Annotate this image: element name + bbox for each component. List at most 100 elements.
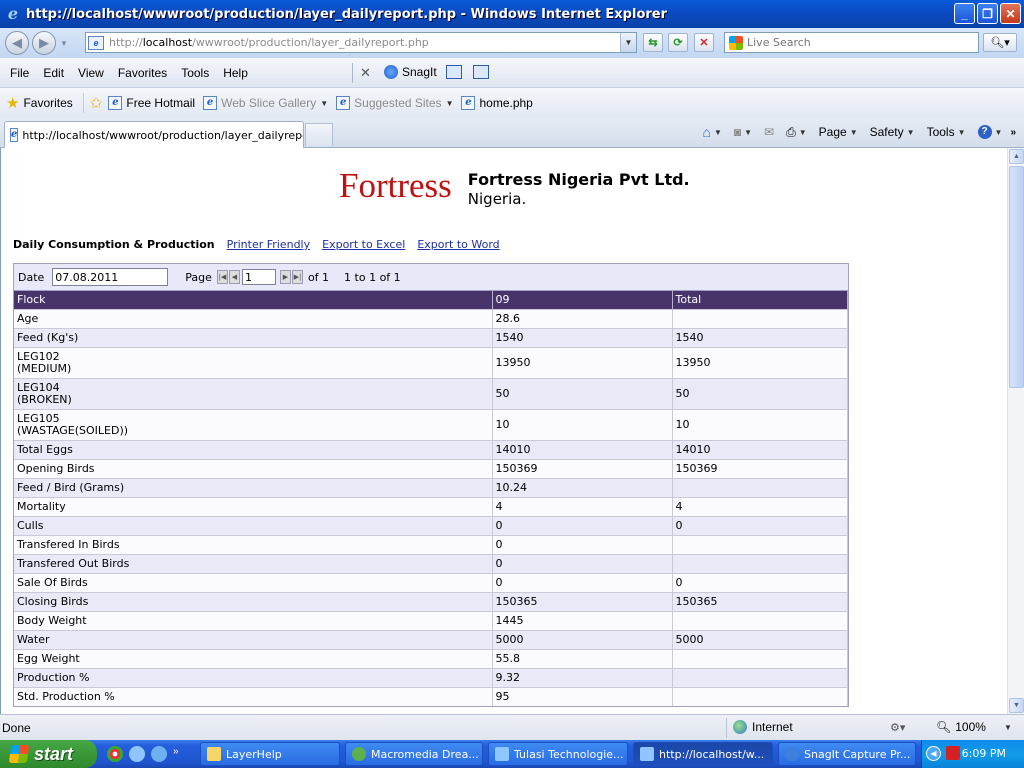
- tab-current-page[interactable]: e http://localhost/wwwroot/production/la…: [4, 121, 304, 148]
- row-label-cell: Body Weight: [14, 610, 493, 630]
- feeds-button[interactable]: ◙ ▼: [730, 125, 756, 139]
- address-dropdown-icon[interactable]: ▼: [620, 33, 636, 52]
- compatibility-view-button[interactable]: ⇆: [643, 33, 663, 52]
- row-label-cell: Feed / Bird (Grams): [14, 477, 493, 497]
- stop-button[interactable]: ✕: [694, 33, 714, 52]
- row-label-cell: LEG105 (WASTAGE(SOILED)): [14, 408, 493, 440]
- date-input[interactable]: [52, 268, 169, 286]
- favorites-button[interactable]: ★ Favorites: [6, 94, 73, 112]
- scrollbar-thumb[interactable]: [1009, 166, 1024, 388]
- recent-pages-dropdown-icon[interactable]: ▼: [60, 39, 68, 48]
- column-header[interactable]: Flock: [14, 291, 493, 309]
- export-word-link[interactable]: Export to Word: [417, 238, 499, 251]
- flock-value-cell: 55.8: [492, 648, 673, 668]
- add-favorite-icon[interactable]: ✩: [90, 94, 103, 112]
- maximize-button[interactable]: ❐: [977, 3, 998, 24]
- status-text: Done: [2, 721, 31, 735]
- toolbar-close-icon[interactable]: ✕: [360, 65, 371, 81]
- flock-value-cell: 9.32: [492, 667, 673, 687]
- export-excel-link[interactable]: Export to Excel: [322, 238, 405, 251]
- protected-mode-icon[interactable]: ⚙▾: [890, 721, 905, 734]
- fav-link-suggested-sites[interactable]: e Suggested Sites ▼: [336, 96, 453, 110]
- row-label-cell: Culls: [14, 515, 493, 535]
- printer-friendly-link[interactable]: Printer Friendly: [227, 238, 310, 251]
- last-page-button[interactable]: ▶|: [291, 270, 303, 284]
- ie-icon[interactable]: [129, 746, 145, 762]
- menu-favorites[interactable]: Favorites: [111, 66, 174, 80]
- menu-file[interactable]: File: [3, 66, 36, 80]
- fav-link-web-slice-gallery[interactable]: e Web Slice Gallery ▼: [203, 96, 328, 110]
- scroll-down-button[interactable]: ▼: [1009, 698, 1024, 713]
- vertical-scrollbar[interactable]: ▲ ▼: [1007, 148, 1024, 714]
- taskbar-button-snagit[interactable]: SnagIt Capture Pr...: [778, 742, 916, 766]
- page-menu-button[interactable]: Page ▼: [815, 125, 862, 139]
- close-window-button[interactable]: ✕: [1000, 3, 1021, 24]
- row-label-line: (MEDIUM): [17, 361, 72, 375]
- row-label-cell: Transfered In Birds: [14, 534, 493, 554]
- show-hidden-icons-button[interactable]: ◀: [926, 746, 941, 761]
- taskbar-button-localhost[interactable]: http://localhost/w...: [633, 742, 773, 766]
- safety-menu-button[interactable]: Safety ▼: [866, 125, 919, 139]
- row-label-cell: Total Eggs: [14, 439, 493, 459]
- security-zone[interactable]: Internet: [733, 720, 793, 734]
- zoom-control[interactable]: 🔍︎ 100% ▼: [936, 720, 1012, 734]
- forward-button[interactable]: ▶: [32, 31, 56, 55]
- fav-link-free-hotmail[interactable]: e Free Hotmail: [108, 96, 195, 110]
- snagit-capture-icon[interactable]: [446, 65, 462, 79]
- favorites-divider: [82, 93, 84, 113]
- address-url[interactable]: http://localhost/wwwroot/production/laye…: [109, 36, 429, 49]
- total-value-cell: 5000: [672, 629, 848, 649]
- menu-help[interactable]: Help: [216, 66, 255, 80]
- refresh-button[interactable]: ⟳: [668, 33, 688, 52]
- favorites-star-icon: ★: [6, 95, 20, 112]
- row-label-cell: Water: [14, 629, 493, 649]
- next-page-button[interactable]: ▶: [279, 270, 291, 284]
- clock[interactable]: 6:09 PM: [962, 747, 1006, 760]
- menu-tools[interactable]: Tools: [174, 66, 216, 80]
- menu-edit[interactable]: Edit: [36, 66, 71, 80]
- first-page-button[interactable]: |◀: [216, 270, 228, 284]
- taskbar-button-dreamweaver[interactable]: Macromedia Drea...: [345, 742, 483, 766]
- home-button[interactable]: ⌂ ▼: [699, 124, 726, 140]
- ie-page-icon: e: [108, 96, 123, 110]
- quick-launch-more-icon[interactable]: »: [173, 746, 179, 762]
- scroll-up-button[interactable]: ▲: [1009, 149, 1024, 164]
- forward-arrow-icon: ▶: [39, 35, 49, 50]
- read-mail-button[interactable]: ✉: [760, 125, 778, 139]
- prev-page-button[interactable]: ◀: [228, 270, 240, 284]
- chevron-down-icon: ▼: [1003, 722, 1012, 732]
- search-button[interactable]: 🔍︎▾: [983, 33, 1017, 52]
- date-label: Date: [18, 270, 45, 284]
- page-number-input[interactable]: [241, 269, 276, 285]
- snagit-icon: [785, 747, 799, 761]
- tray-app-icon[interactable]: [946, 746, 960, 760]
- flock-value-cell: 10.24: [492, 477, 673, 497]
- row-label-cell: Age: [14, 308, 493, 328]
- print-button[interactable]: ⎙ ▼: [782, 125, 811, 140]
- column-header[interactable]: Total: [672, 291, 848, 309]
- address-bar[interactable]: e http://localhost/wwwroot/production/la…: [85, 32, 637, 53]
- tab-title: http://localhost/wwwroot/production/laye…: [22, 128, 304, 142]
- tools-menu-button[interactable]: Tools ▼: [923, 125, 970, 139]
- search-input[interactable]: [747, 36, 967, 49]
- new-tab-button[interactable]: [305, 123, 333, 146]
- table-row: Total Eggs 14010 14010: [14, 439, 848, 459]
- snagit-button[interactable]: SnagIt: [384, 65, 437, 79]
- search-box[interactable]: [724, 32, 979, 53]
- snagit-editor-icon[interactable]: [473, 65, 489, 79]
- company-header: Fortress Fortress Nigeria Pvt Ltd. Niger…: [339, 166, 690, 208]
- taskbar-button-tulasi[interactable]: Tulasi Technologie...: [488, 742, 628, 766]
- help-menu-button[interactable]: ? ▼: [974, 125, 1007, 139]
- column-header[interactable]: 09: [492, 291, 673, 309]
- fav-link-home[interactable]: e home.php: [461, 96, 533, 110]
- total-value-cell: [672, 686, 848, 706]
- menu-view[interactable]: View: [71, 66, 111, 80]
- ie-alt-icon[interactable]: [151, 746, 167, 762]
- start-button[interactable]: start: [0, 740, 97, 768]
- chrome-icon[interactable]: [107, 746, 123, 762]
- minimize-button[interactable]: _: [954, 3, 975, 24]
- taskbar-button-layerhelp[interactable]: LayerHelp: [200, 742, 340, 766]
- back-button[interactable]: ◀: [5, 31, 29, 55]
- more-commands-button[interactable]: »: [1010, 127, 1016, 138]
- table-row: Production % 9.32: [14, 667, 848, 687]
